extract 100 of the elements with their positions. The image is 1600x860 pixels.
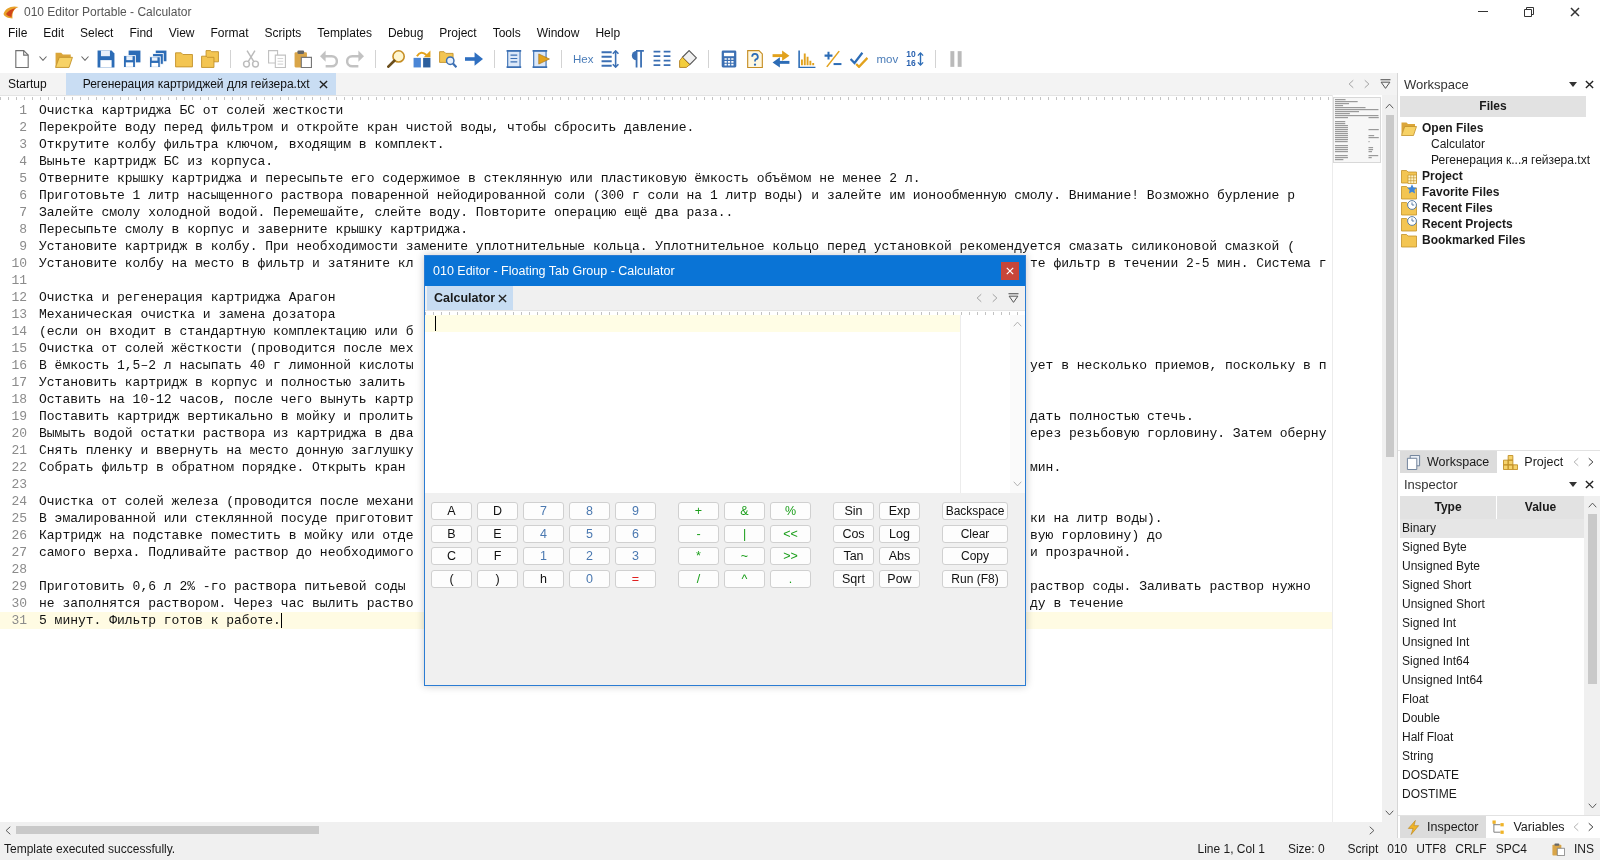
key-button[interactable]: Tan (833, 547, 874, 565)
floppy-icon[interactable] (97, 49, 115, 68)
inspector-row[interactable]: Unsigned Short (1400, 595, 1584, 614)
clipboard-icon[interactable] (294, 49, 312, 68)
caret-icon[interactable] (81, 56, 89, 61)
triangle-down-icon[interactable] (1569, 482, 1577, 487)
tree-item[interactable]: Регенерация к...я гейзера.txt (1431, 153, 1590, 167)
menu-item[interactable]: Edit (35, 24, 73, 43)
toolbar-button[interactable]: mov (876, 52, 899, 65)
menu-item[interactable]: Debug (379, 24, 432, 43)
key-button[interactable]: % (770, 502, 811, 520)
toolbar-button[interactable]: 10 16 (906, 50, 924, 67)
key-button[interactable]: & (724, 502, 765, 520)
key-button[interactable]: Log (879, 524, 920, 543)
floppy-pair-icon[interactable] (123, 49, 141, 68)
key-button[interactable]: B (431, 524, 472, 543)
inspector-row[interactable]: Signed Short (1400, 576, 1584, 595)
list-arrows-icon[interactable] (601, 49, 620, 68)
close-icon[interactable] (1570, 6, 1580, 17)
swap-arrows-icon[interactable] (772, 49, 791, 68)
key-button[interactable]: A (431, 502, 472, 520)
key-button[interactable]: D (477, 502, 518, 520)
close-button[interactable] (1001, 262, 1019, 280)
inspector-row[interactable]: Unsigned Int (1400, 633, 1584, 652)
triangle-bar-icon[interactable] (1008, 293, 1019, 303)
key-button[interactable]: 2 (569, 547, 610, 565)
key-button[interactable]: Exp (879, 502, 920, 520)
key-button[interactable]: ( (431, 569, 472, 588)
key-button[interactable]: Pow (879, 569, 920, 588)
panel-tab[interactable]: Variables (1486, 816, 1573, 838)
panel-tab[interactable]: Inspector (1400, 816, 1487, 838)
key-button[interactable]: Sqrt (833, 569, 874, 588)
key-button[interactable]: 0 (569, 569, 610, 588)
calculator-icon[interactable] (720, 49, 739, 68)
scroll-thumb[interactable] (16, 826, 319, 834)
squares-arrow-icon[interactable] (413, 49, 431, 68)
chevron-left-icon[interactable] (5, 825, 11, 835)
menu-item[interactable]: View (160, 24, 203, 43)
search-icon[interactable] (387, 49, 405, 68)
chevron-down-icon[interactable] (1385, 810, 1394, 816)
chevron-up-icon[interactable] (1385, 103, 1394, 109)
key-button[interactable]: << (770, 524, 811, 543)
inspector-row[interactable]: DOSDATE (1400, 766, 1584, 785)
key-button[interactable]: Copy (942, 547, 1008, 565)
scroll-thumb[interactable] (1587, 514, 1597, 684)
menu-item[interactable]: File (0, 24, 36, 43)
inspector-row[interactable]: Float (1400, 690, 1584, 709)
key-button[interactable]: | (724, 524, 765, 543)
question-page-icon[interactable] (746, 49, 765, 68)
key-button[interactable]: + (678, 502, 719, 520)
plus-minus-icon[interactable] (824, 49, 843, 68)
tab[interactable]: Регенерация картриджей для гейзера.txt (65, 73, 336, 95)
tree-item[interactable]: Recent Files (1422, 201, 1493, 215)
toolbar-button[interactable]: Hex (573, 52, 594, 65)
key-button[interactable]: 3 (615, 547, 656, 565)
tree-item[interactable]: Open Files (1422, 121, 1484, 135)
key-button[interactable]: 7 (523, 502, 564, 520)
close-icon[interactable] (1585, 480, 1594, 489)
chevron-down-icon[interactable] (1587, 803, 1597, 809)
panel-tab[interactable]: Project (1497, 451, 1572, 473)
folder-search-icon[interactable] (439, 49, 457, 68)
close-icon[interactable] (498, 293, 508, 303)
inspector-row[interactable]: Signed Byte (1400, 538, 1584, 557)
inspector-row[interactable]: Half Float (1400, 728, 1584, 747)
key-button[interactable]: ) (477, 569, 518, 588)
key-button[interactable]: - (678, 524, 719, 543)
restore-icon[interactable] (1524, 6, 1534, 17)
key-button[interactable]: Sin (833, 502, 874, 520)
tree-item[interactable]: Calculator (1431, 137, 1486, 151)
triangle-down-icon[interactable] (1569, 82, 1577, 87)
chevron-right-icon[interactable] (1588, 457, 1594, 467)
key-button[interactable]: >> (770, 547, 811, 565)
caret-icon[interactable] (39, 56, 47, 61)
menu-item[interactable]: Format (202, 24, 257, 43)
tree-item[interactable]: Favorite Files (1422, 185, 1500, 199)
tree-item[interactable]: Bookmarked Files (1422, 233, 1526, 247)
inspector-row[interactable]: Signed Int64 (1400, 652, 1584, 671)
close-icon[interactable] (1585, 80, 1594, 89)
inspector-row[interactable]: Signed Int (1400, 614, 1584, 633)
lines-icon[interactable] (653, 49, 672, 68)
key-button[interactable]: Clear (942, 524, 1008, 543)
chevron-right-icon[interactable] (1588, 822, 1594, 832)
tree-item[interactable]: Recent Projects (1422, 217, 1513, 231)
chevron-up-icon[interactable] (1587, 502, 1597, 508)
key-button[interactable]: 1 (523, 547, 564, 565)
menu-item[interactable]: Scripts (256, 24, 310, 43)
key-button[interactable]: ~ (724, 547, 765, 565)
key-button[interactable]: Cos (833, 524, 874, 543)
key-button[interactable]: C (431, 547, 472, 565)
floppy-stack-icon[interactable] (149, 49, 167, 68)
menu-item[interactable]: Help (587, 24, 629, 43)
folder-icon[interactable] (175, 49, 193, 68)
chevron-right-icon[interactable] (1369, 825, 1375, 835)
menu-item[interactable]: Select (72, 24, 122, 43)
close-icon[interactable] (318, 79, 328, 89)
inspector-row[interactable]: Unsigned Byte (1400, 557, 1584, 576)
key-button[interactable]: E (477, 524, 518, 543)
triangle-bar-icon[interactable] (1380, 79, 1391, 89)
menu-item[interactable]: Window (528, 24, 588, 43)
tab[interactable]: Startup (2, 73, 66, 95)
